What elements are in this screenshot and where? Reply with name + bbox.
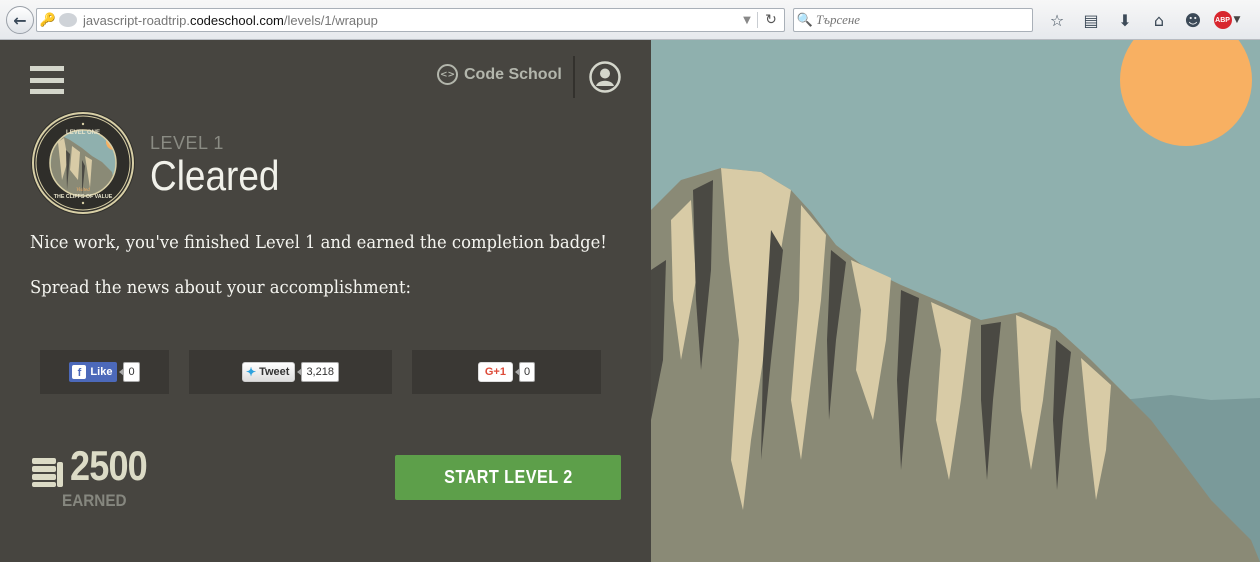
google-plus-count: 0 [514, 362, 536, 382]
tweet-button[interactable]: ✦ Tweet [242, 362, 296, 382]
tweet-label: Tweet [259, 366, 290, 378]
facebook-like-button[interactable]: f Like [69, 362, 118, 382]
badge-bottom-text: THE CLIFFS OF VALUE [54, 194, 113, 200]
bookmark-star-icon[interactable]: ☆ [1040, 8, 1074, 32]
brand-logo[interactable]: <> Code School [437, 64, 562, 85]
search-bar[interactable]: 🔍 [793, 8, 1033, 32]
browser-toolbar: ← 🔑 javascript-roadtrip.codeschool.com/l… [0, 0, 1260, 40]
home-icon[interactable]: ⌂ [1142, 8, 1176, 32]
back-button[interactable]: ← [6, 6, 34, 34]
reload-icon[interactable]: ↻ [758, 12, 784, 28]
bookmarks-list-icon[interactable]: ▤ [1074, 8, 1108, 32]
facebook-icon: f [72, 365, 87, 379]
adblock-dropdown-icon: ▼ [1233, 15, 1241, 25]
points-earned-value: 2500 [70, 442, 148, 489]
account-icon[interactable] [589, 61, 621, 93]
header-divider [573, 56, 575, 98]
adblock-icon: ABP [1213, 11, 1232, 29]
download-icon[interactable]: ⬇ [1108, 8, 1142, 32]
arrow-left-icon: ← [13, 10, 27, 30]
globe-icon [59, 13, 77, 27]
cliff-illustration [651, 40, 1260, 562]
key-icon: 🔑 [39, 12, 57, 28]
google-plus-one-button[interactable]: G+1 [477, 362, 513, 382]
wrapup-panel: <> Code School LEVEL ONE Visited THE CLI… [0, 40, 651, 562]
share-prompt: Spread the news about your accomplishmen… [30, 277, 412, 298]
url-dropdown-icon[interactable]: ▼ [737, 15, 757, 26]
twitter-bird-icon: ✦ [246, 365, 257, 379]
smiley-icon[interactable]: ☻ [1176, 8, 1210, 32]
url-text[interactable]: javascript-roadtrip.codeschool.com/level… [83, 13, 737, 28]
adblock-button[interactable]: ABP ▼ [1210, 8, 1244, 32]
badge-graphic: LEVEL ONE Visited THE CLIFFS OF VALUE [31, 111, 135, 215]
level-label: LEVEL 1 [150, 133, 224, 153]
completion-message: Nice work, you've finished Level 1 and e… [30, 232, 607, 253]
twitter-share-box: ✦ Tweet 3,218 [189, 350, 392, 394]
facebook-like-count: 0 [119, 362, 140, 382]
level-status: Cleared [150, 152, 280, 199]
google-plus-share-box: G+1 0 [412, 350, 601, 394]
coins-icon [32, 458, 63, 487]
start-level-2-label: START LEVEL 2 [443, 467, 573, 487]
brand-name: Code School [464, 65, 562, 83]
search-input[interactable] [816, 10, 1032, 30]
start-level-2-button[interactable]: START LEVEL 2 [395, 455, 621, 500]
tweet-count: 3,218 [297, 362, 339, 382]
facebook-share-box: f Like 0 [40, 350, 169, 394]
points-earned-label: EARNED [62, 491, 127, 510]
toolbar-icons: ☆ ▤ ⬇ ⌂ ☻ ABP ▼ [1040, 8, 1244, 32]
facebook-like-label: Like [90, 366, 113, 378]
menu-icon[interactable] [30, 66, 64, 94]
search-icon: 🔍 [796, 12, 814, 28]
level-badge: LEVEL ONE Visited THE CLIFFS OF VALUE [30, 110, 136, 216]
url-bar[interactable]: 🔑 javascript-roadtrip.codeschool.com/lev… [36, 8, 785, 32]
badge-script-text: Visited [76, 188, 90, 193]
code-school-icon: <> [437, 64, 458, 85]
badge-top-text: LEVEL ONE [66, 130, 100, 136]
